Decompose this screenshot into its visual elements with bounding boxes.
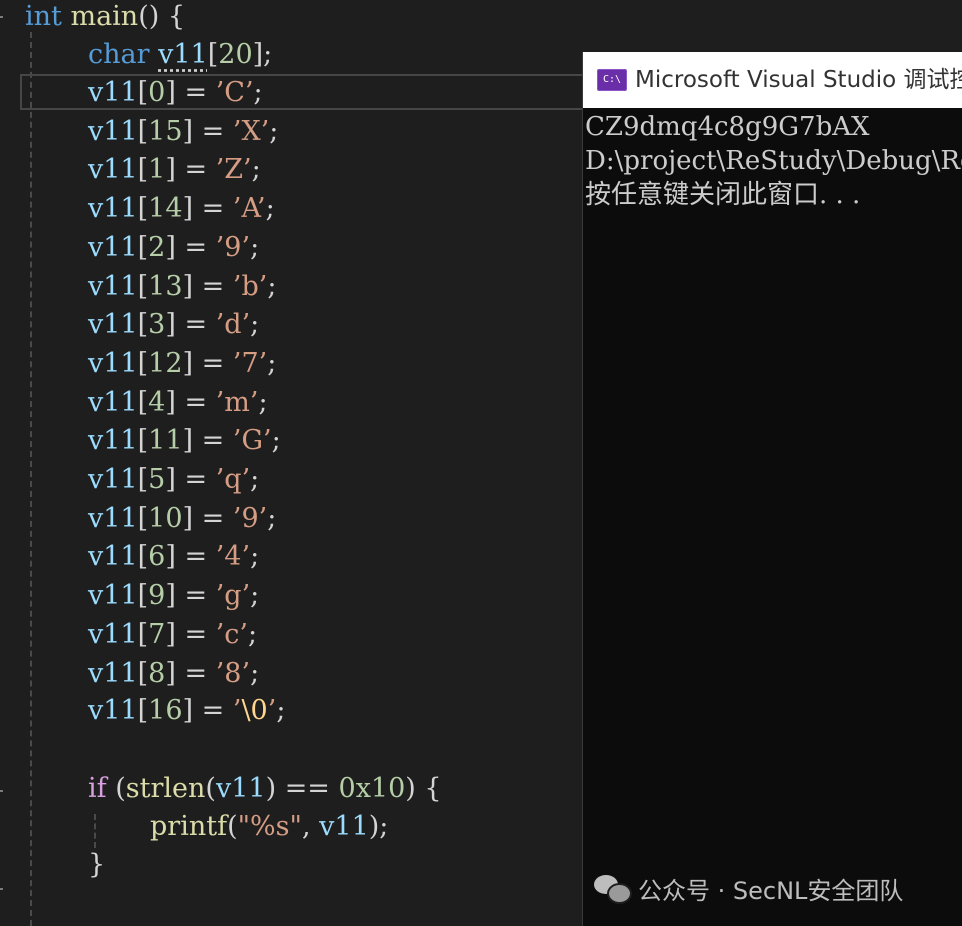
array-index: 6 [148, 541, 166, 573]
array-index: 4 [148, 386, 166, 418]
array-index: 11 [148, 425, 183, 457]
code-line-assignment[interactable]: v11[7] = ’c’; [88, 616, 257, 654]
code-line-assignment[interactable]: v11[9] = ’g’; [88, 577, 259, 615]
array-size: 20 [218, 39, 253, 70]
array-index: 15 [148, 115, 183, 147]
fold-marker-if[interactable] [0, 790, 3, 792]
keyword-if: if [88, 773, 107, 804]
console-titlebar[interactable]: C:\ Microsoft Visual Studio 调试控制台 [583, 52, 962, 108]
code-line-printf[interactable]: printf("%s", v11); [150, 808, 388, 846]
array-index: 8 [148, 657, 166, 689]
code-line-assignment[interactable]: v11[14] = ’A’; [88, 190, 275, 228]
hex-literal: 0x10 [338, 773, 406, 804]
array-index: 5 [148, 464, 166, 495]
code-line-assignment[interactable]: v11[0] = ’C’; [88, 74, 263, 112]
char-literal: G [241, 425, 264, 457]
variable-v11: v11 [88, 270, 138, 302]
array-index: 3 [148, 309, 166, 341]
escape-sequence: \0 [241, 695, 268, 726]
variable-v11: v11 [88, 77, 138, 108]
code-line-assignment[interactable]: v11[2] = ’9’; [88, 229, 259, 267]
array-index: 13 [148, 270, 183, 302]
variable-v11[interactable]: v11 [158, 39, 208, 70]
code-line-assignment[interactable]: v11[11] = ’G’; [88, 422, 281, 460]
char-literal: A [241, 193, 257, 225]
char-literal: 9 [241, 502, 259, 534]
console-output-line: D:\project\ReStudy\Debug\ReStudy.exe [585, 146, 962, 176]
code-line-assignment[interactable]: v11[5] = ’q’; [88, 461, 259, 499]
array-index: 7 [148, 618, 166, 650]
array-index: 10 [148, 502, 183, 534]
function-strlen: strlen [125, 773, 206, 804]
code-line-assignment[interactable]: v11[13] = ’b’; [88, 268, 276, 306]
char-literal: 4 [224, 541, 242, 573]
variable-v11: v11 [88, 464, 138, 495]
char-literal: m [224, 386, 250, 418]
wechat-icon [594, 873, 632, 904]
array-index: 9 [148, 580, 166, 612]
array-index: 1 [148, 154, 166, 186]
array-index: 2 [148, 231, 166, 263]
char-literal: b [241, 270, 259, 302]
fold-marker[interactable] [0, 16, 3, 18]
code-line-assignment[interactable]: v11[3] = ’d’; [88, 306, 259, 344]
char-literal: 9 [224, 231, 242, 263]
char-literal: q [224, 464, 242, 495]
console-output-line: CZ9dmq4c8g9G7bAX [585, 112, 870, 142]
code-line-assignment[interactable]: v11[1] = ’Z’; [88, 151, 261, 189]
keyword-char: char [88, 39, 150, 70]
variable-v11: v11 [88, 502, 138, 534]
code-line-decl[interactable]: char v11[20]; [88, 36, 272, 74]
array-index: 0 [148, 77, 166, 108]
operator-eq: == [284, 773, 330, 804]
function-printf: printf [150, 811, 228, 842]
console-app-icon: C:\ [597, 69, 627, 91]
array-index: 14 [148, 193, 183, 225]
function-name: main [70, 1, 139, 32]
indent-guide [30, 32, 32, 926]
char-literal: X [241, 115, 261, 147]
code-line-main[interactable]: int main() { [25, 0, 185, 36]
console-output-line: 按任意键关闭此窗口. . . [585, 180, 861, 210]
format-string: "%s" [237, 811, 302, 842]
variable-v11: v11 [88, 541, 138, 573]
variable-v11: v11 [88, 657, 138, 689]
function-parens: () { [138, 1, 186, 32]
code-line-assignment[interactable]: v11[8] = ’8’; [88, 655, 259, 693]
char-literal: d [224, 309, 242, 341]
char-literal: Z [224, 154, 244, 186]
array-index: 12 [148, 347, 183, 379]
code-line-assignment[interactable]: v11[12] = ’7’; [88, 345, 276, 383]
char-literal: 8 [224, 657, 242, 689]
array-index: 16 [148, 695, 183, 726]
code-line-assignment[interactable]: v11[15] = ’X’; [88, 113, 278, 151]
code-line-close-brace[interactable]: } [88, 846, 105, 884]
char-literal: g [224, 580, 242, 612]
watermark: 公众号 · SecNL安全团队 [594, 866, 903, 910]
variable-v11: v11 [88, 193, 138, 225]
indent-guide-inner [94, 814, 96, 848]
code-line-if[interactable]: if (strlen(v11) == 0x10) { [88, 770, 442, 808]
keyword-int: int [25, 1, 62, 32]
code-line-assignment[interactable]: v11[6] = ’4’; [88, 538, 259, 576]
variable-v11: v11 [88, 154, 138, 186]
variable-v11: v11 [88, 115, 138, 147]
char-literal: c [224, 618, 240, 650]
variable-v11: v11 [88, 425, 138, 457]
char-literal: 7 [241, 347, 259, 379]
debug-console-window[interactable]: C:\ Microsoft Visual Studio 调试控制台 CZ9dmq… [582, 52, 962, 926]
console-title: Microsoft Visual Studio 调试控制台 [635, 67, 962, 93]
variable-v11: v11 [88, 618, 138, 650]
code-line-assignment[interactable]: v11[10] = ’9’; [88, 500, 276, 538]
fold-marker-end[interactable] [0, 888, 3, 890]
variable-v11: v11 [88, 347, 138, 379]
variable-v11: v11 [88, 231, 138, 263]
variable-v11: v11 [88, 386, 138, 418]
char-literal: C [224, 77, 245, 108]
code-line-assignment[interactable]: v11[4] = ’m’; [88, 384, 268, 422]
code-line-terminator[interactable]: v11[16] = ’\0’; [88, 692, 285, 730]
variable-v11: v11 [88, 580, 138, 612]
watermark-text: 公众号 · SecNL安全团队 [638, 876, 904, 905]
variable-v11: v11 [88, 309, 138, 341]
